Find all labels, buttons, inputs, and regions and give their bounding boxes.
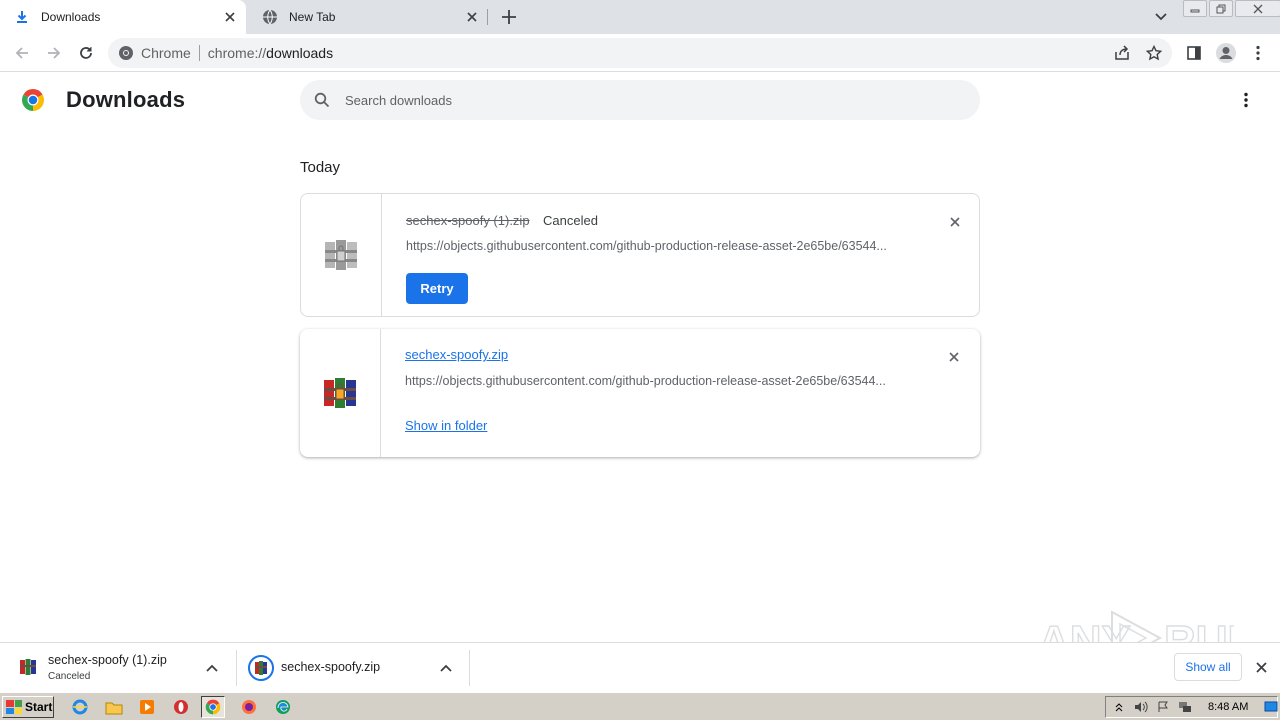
tab-title: New Tab — [289, 10, 336, 24]
download-shelf: sechex-spoofy (1).zip Canceled sechex-sp… — [0, 642, 1280, 692]
chevron-up-icon[interactable] — [204, 660, 220, 676]
edge-icon[interactable] — [271, 696, 295, 718]
media-player-icon[interactable] — [135, 696, 159, 718]
omnibox-url[interactable]: chrome://downloads — [208, 45, 333, 61]
shelf-item-status: Canceled — [48, 671, 91, 682]
opera-icon[interactable] — [169, 696, 193, 718]
clock: 8:48 AM — [1208, 701, 1249, 713]
tab-separator — [487, 9, 488, 25]
show-in-folder-link[interactable]: Show in folder — [405, 418, 487, 433]
shelf-item[interactable]: sechex-spoofy (1).zip Canceled — [0, 643, 236, 693]
system-tray: 8:48 AM — [1105, 696, 1278, 718]
omnibox-separator — [198, 45, 200, 61]
action-center-flag-icon[interactable] — [1154, 699, 1172, 715]
tab-close-icon[interactable] — [462, 7, 482, 27]
plus-icon — [502, 10, 516, 24]
download-card: sechex-spoofy (1).zip Canceled https://o… — [300, 193, 980, 317]
bookmark-star-icon[interactable] — [1142, 41, 1166, 65]
network-icon[interactable] — [1176, 699, 1194, 715]
show-all-button[interactable]: Show all — [1174, 653, 1242, 681]
minimize-button[interactable] — [1183, 0, 1207, 17]
chrome-logo-icon — [21, 88, 45, 112]
arrow-right-icon — [48, 47, 61, 59]
start-label: Start — [25, 700, 53, 714]
downloads-menu-icon[interactable] — [1236, 90, 1256, 110]
download-filename: sechex-spoofy (1).zip — [406, 213, 530, 228]
remove-download-icon[interactable] — [944, 347, 964, 367]
search-icon — [313, 91, 331, 109]
retry-button[interactable]: Retry — [406, 273, 468, 304]
download-status: Canceled — [543, 213, 598, 228]
chrome-taskbar-icon[interactable] — [201, 696, 225, 718]
share-icon[interactable] — [1110, 41, 1134, 65]
arrow-left-icon — [15, 47, 28, 59]
url-path: downloads — [266, 45, 334, 61]
download-source-url[interactable]: https://objects.githubusercontent.com/gi… — [406, 239, 906, 253]
volume-icon[interactable] — [1132, 699, 1150, 715]
tab-new-tab[interactable]: New Tab — [248, 0, 488, 34]
window-close-button[interactable] — [1235, 0, 1280, 17]
firefox-icon[interactable] — [237, 696, 261, 718]
profile-avatar[interactable] — [1214, 41, 1238, 65]
browser-toolbar: Chrome chrome://downloads — [0, 34, 1280, 72]
tray-expand-icon[interactable] — [1110, 699, 1128, 715]
archive-file-icon — [325, 240, 357, 270]
download-filename-link[interactable]: sechex-spoofy.zip — [405, 347, 508, 362]
tab-title: Downloads — [41, 10, 101, 24]
forward-button[interactable] — [42, 41, 66, 65]
back-button[interactable] — [10, 41, 34, 65]
chevron-up-icon[interactable] — [438, 660, 454, 676]
chevron-down-icon — [1155, 13, 1167, 21]
file-icon-column — [301, 194, 382, 316]
shelf-item-filename: sechex-spoofy (1).zip — [48, 653, 167, 667]
menu-kebab-icon[interactable] — [1246, 41, 1270, 65]
tab-downloads[interactable]: Downloads — [0, 0, 246, 34]
tab-search-button[interactable] — [1151, 8, 1171, 26]
globe-icon — [262, 9, 278, 25]
window-controls — [1183, 0, 1280, 18]
download-card: sechex-spoofy.zip https://objects.github… — [300, 329, 980, 457]
file-explorer-icon[interactable] — [102, 696, 126, 718]
side-panel-icon[interactable] — [1182, 41, 1206, 65]
date-heading: Today — [300, 159, 341, 176]
winrar-archive-icon — [20, 659, 36, 675]
search-input[interactable] — [345, 92, 945, 108]
search-box[interactable] — [300, 80, 980, 120]
windows-taskbar: Start 8:48 AM — [0, 692, 1280, 720]
shelf-item[interactable]: sechex-spoofy.zip — [237, 643, 469, 693]
downloads-header: Downloads — [0, 72, 1280, 128]
tab-strip: Downloads New Tab — [0, 0, 1280, 34]
new-tab-button[interactable] — [498, 6, 520, 28]
omnibox[interactable]: Chrome chrome://downloads — [108, 38, 1172, 68]
internet-explorer-icon[interactable] — [68, 696, 92, 718]
winrar-archive-icon — [324, 378, 356, 408]
reload-button[interactable] — [74, 41, 98, 65]
start-button[interactable]: Start — [2, 696, 54, 718]
download-complete-archive-icon — [248, 655, 274, 681]
download-icon — [14, 9, 30, 25]
reload-icon — [80, 47, 92, 59]
file-icon-column — [300, 329, 381, 457]
page-title: Downloads — [66, 87, 186, 112]
shelf-item-filename: sechex-spoofy.zip — [281, 660, 381, 674]
close-shelf-icon[interactable] — [1252, 658, 1270, 676]
windows-flag-icon — [6, 700, 22, 714]
show-desktop-icon[interactable] — [1262, 699, 1280, 715]
chrome-site-icon[interactable] — [118, 45, 134, 61]
download-source-url[interactable]: https://objects.githubusercontent.com/gi… — [405, 374, 905, 388]
omnibox-site-label: Chrome — [141, 45, 191, 61]
shelf-separator — [469, 650, 470, 686]
tab-close-icon[interactable] — [220, 7, 240, 27]
url-scheme: chrome:// — [207, 45, 267, 61]
restore-button[interactable] — [1209, 0, 1233, 17]
remove-download-icon[interactable] — [945, 212, 965, 232]
